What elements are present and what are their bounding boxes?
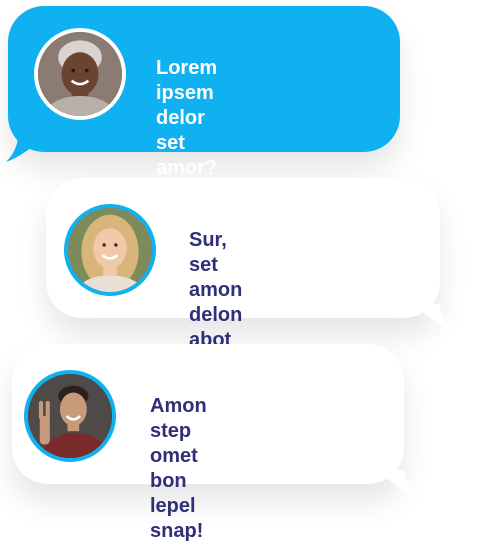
bubble-tail (6, 136, 44, 162)
bubble-tail (378, 470, 416, 496)
avatar (64, 204, 156, 296)
message-text: Amon step omet bon lepel snap! (150, 395, 207, 542)
woman-short-hair-avatar (38, 32, 122, 116)
avatar (24, 370, 116, 462)
avatar (34, 28, 126, 120)
man-peace-sign-avatar (28, 374, 112, 458)
woman-blonde-avatar (68, 208, 152, 292)
message-text: Lorem ipsem delor set amor? (156, 57, 218, 179)
bubble-tail (414, 304, 452, 330)
